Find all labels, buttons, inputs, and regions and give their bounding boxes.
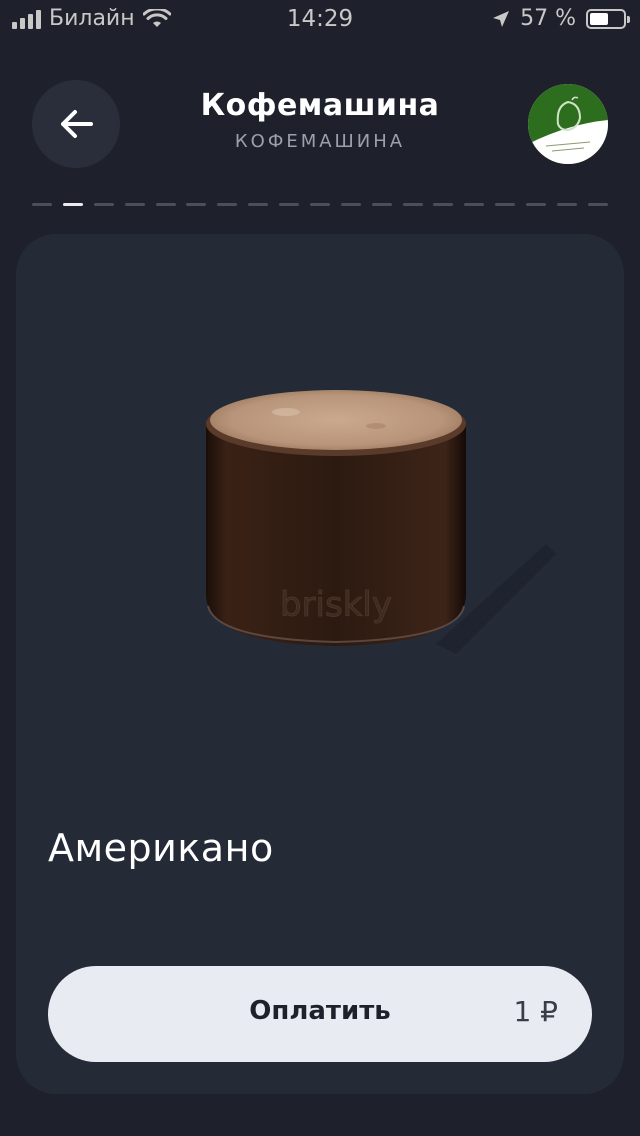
pager-dash [217, 203, 238, 206]
pager-dash [186, 203, 207, 206]
pager-dash [371, 203, 392, 206]
cafe-logo[interactable] [528, 84, 608, 164]
back-button[interactable] [32, 80, 120, 168]
status-right: 57 % [492, 6, 630, 31]
pager-dash [248, 203, 269, 206]
pager-dash [340, 203, 361, 206]
pager-dash [93, 203, 114, 206]
pager-dash [32, 203, 52, 206]
pager-dash [155, 203, 176, 206]
pager-dash [309, 203, 330, 206]
battery-icon [586, 8, 630, 29]
battery-level [590, 12, 609, 25]
pager-dash [464, 203, 485, 206]
product-card: briskly Американо Оплатить 1 ₽ [16, 234, 624, 1094]
image-pager [32, 203, 608, 207]
pager-dash [556, 203, 577, 206]
pager-dash [433, 203, 454, 206]
pager-dash [402, 203, 423, 206]
page-subtitle: КОФЕМАШИНА [234, 131, 406, 152]
page-title: Кофемашина [200, 88, 440, 123]
battery-percent: 57 % [520, 6, 576, 31]
logo-graphic [528, 84, 608, 164]
pager-dash [124, 203, 145, 206]
pager-dash [495, 203, 516, 206]
status-bar: Билайн 14:29 57 % [0, 0, 640, 40]
coffee-cup-image: briskly [206, 390, 556, 654]
arrow-left-icon [61, 110, 93, 138]
cup-brand-text: briskly [280, 585, 392, 625]
pager-dash [279, 203, 299, 206]
pager-dash [587, 203, 608, 206]
pay-button[interactable]: Оплатить 1 ₽ [48, 966, 592, 1062]
pay-button-label: Оплатить [249, 996, 391, 1026]
location-arrow-icon [493, 10, 510, 27]
pager-dash [526, 203, 546, 206]
pager-dash [62, 203, 83, 206]
header-titles: Кофемашина КОФЕМАШИНА [140, 88, 500, 152]
product-name: Американо [48, 826, 274, 870]
price-label: 1 ₽ [513, 995, 558, 1028]
